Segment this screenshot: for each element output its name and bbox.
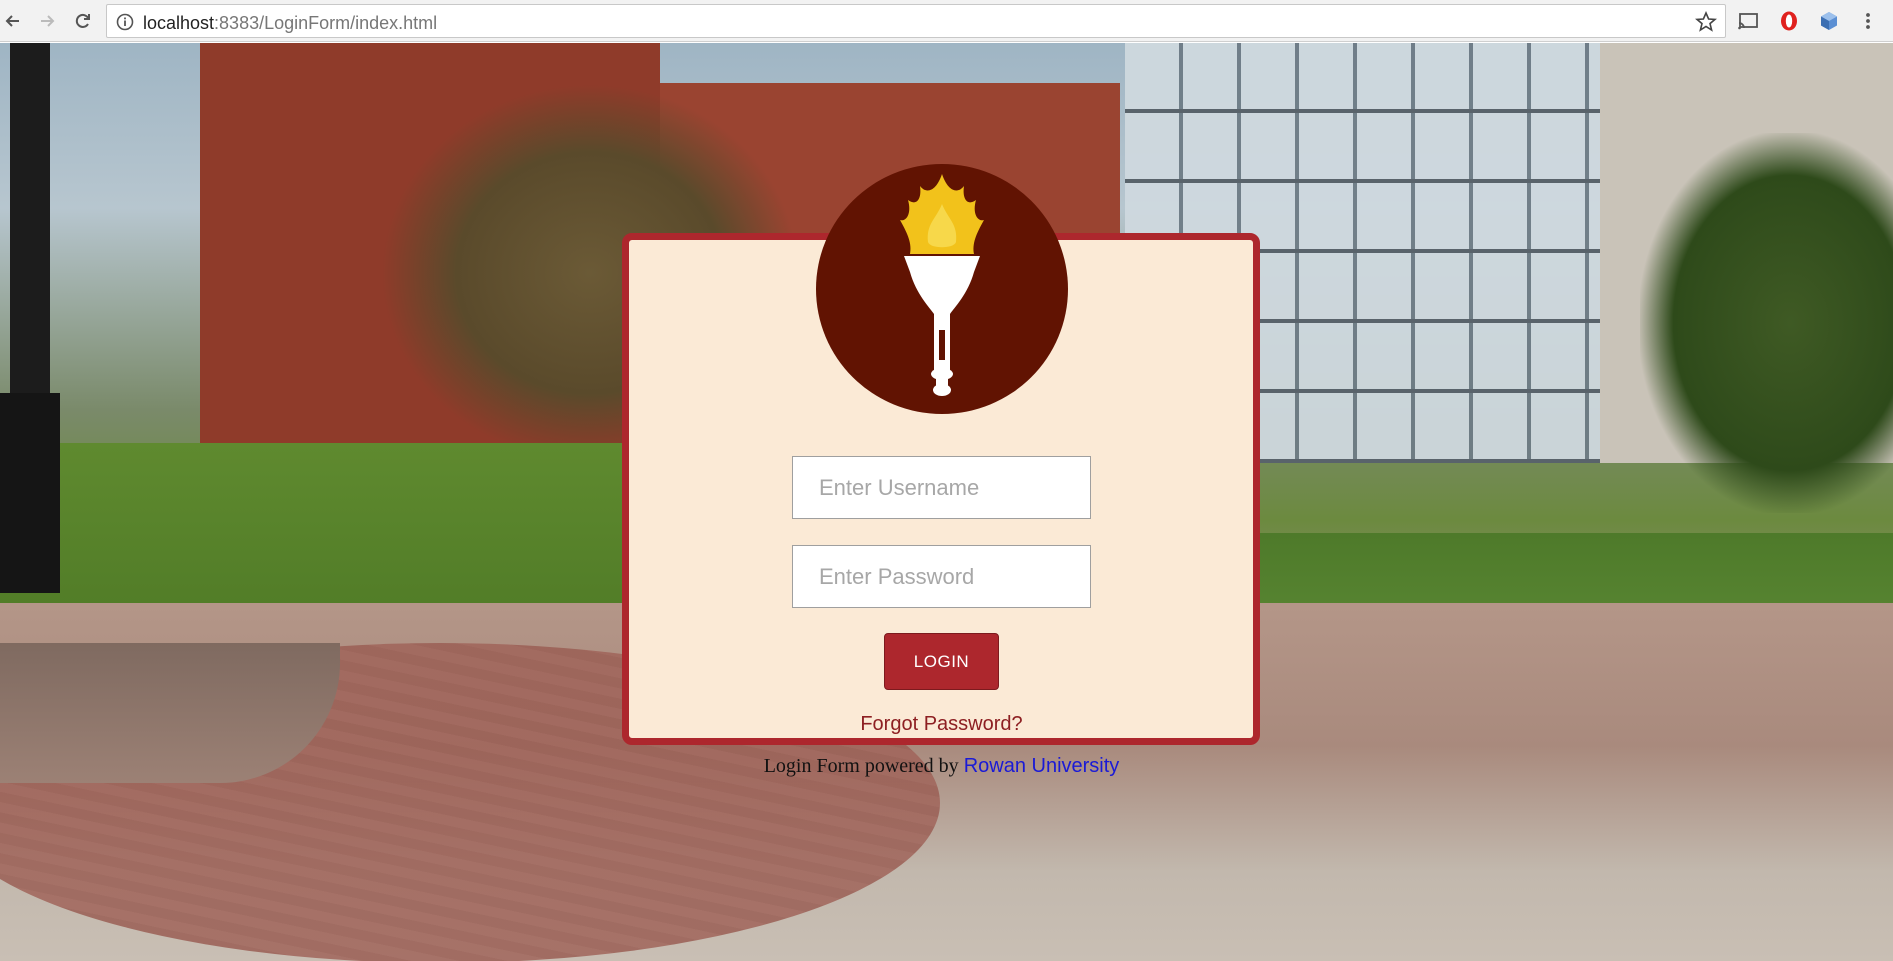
cast-icon[interactable] <box>1736 9 1760 33</box>
url-host: localhost <box>143 13 215 33</box>
back-button[interactable] <box>0 8 26 34</box>
back-arrow-icon <box>5 15 19 27</box>
clock-post-base <box>0 393 60 593</box>
username-input[interactable] <box>792 456 1091 519</box>
forgot-password-link[interactable]: Forgot Password? <box>0 713 1883 736</box>
address-bar[interactable]: localhost:8383/LoginForm/index.html <box>106 4 1726 38</box>
rowan-university-link[interactable]: Rowan University <box>964 755 1120 777</box>
bookmark-star-icon[interactable] <box>1695 11 1717 33</box>
login-button[interactable]: LOGIN <box>884 633 999 690</box>
info-icon[interactable] <box>116 13 134 31</box>
torch-logo <box>816 164 1068 414</box>
evergreen-tree <box>1640 133 1893 513</box>
torch-icon <box>900 174 984 396</box>
reload-icon <box>75 13 90 28</box>
cube-extension-icon[interactable] <box>1817 9 1841 33</box>
footer-prefix: Login Form powered by <box>763 755 964 777</box>
url-path: :8383/LoginForm/index.html <box>214 13 438 33</box>
forward-button[interactable] <box>34 8 60 34</box>
url-text[interactable]: localhost:8383/LoginForm/index.html <box>143 13 437 34</box>
reload-button[interactable] <box>70 8 96 34</box>
opera-extension-icon[interactable] <box>1777 9 1801 33</box>
browser-toolbar: localhost:8383/LoginForm/index.html <box>0 0 1893 42</box>
forward-arrow-icon <box>41 15 55 27</box>
password-input[interactable] <box>792 545 1091 608</box>
browser-menu-icon[interactable] <box>1856 9 1880 33</box>
footer-credit: Login Form powered by Rowan University <box>0 755 1883 778</box>
